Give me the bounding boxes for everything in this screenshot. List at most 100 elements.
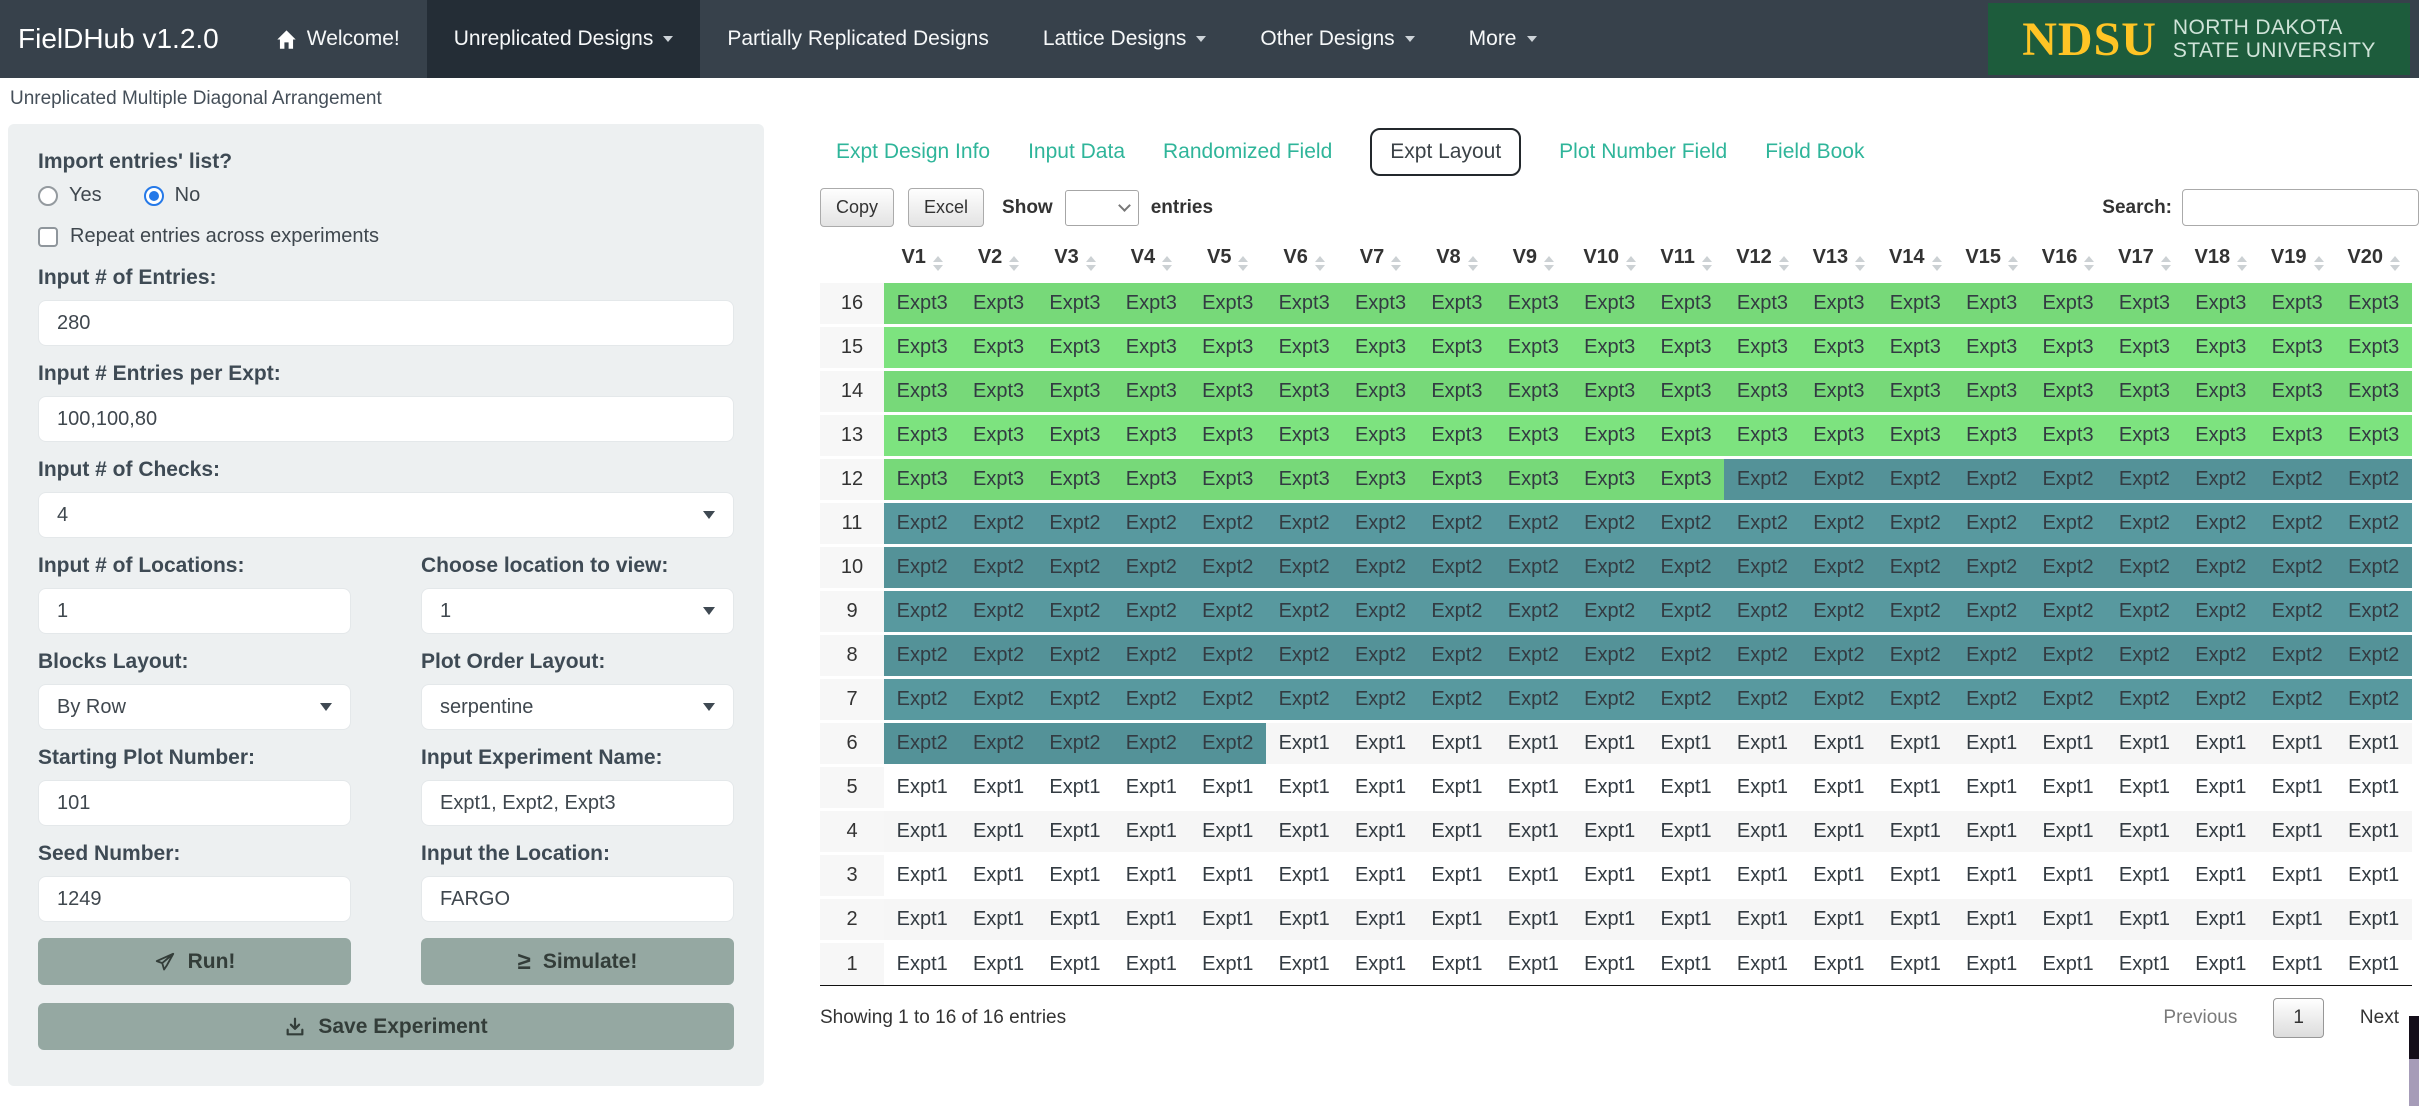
plot-cell-expt1: Expt1	[1724, 854, 1800, 898]
column-header-V19[interactable]: V19	[2259, 237, 2335, 282]
column-header-V3[interactable]: V3	[1037, 237, 1113, 282]
column-header-V1[interactable]: V1	[884, 237, 960, 282]
previous-page-button[interactable]: Previous	[2163, 1007, 2237, 1029]
tab-expt-design-info[interactable]: Expt Design Info	[836, 140, 990, 164]
run-button[interactable]: Run!	[38, 938, 351, 985]
column-header-V14[interactable]: V14	[1877, 237, 1953, 282]
blocks-layout-select[interactable]: By Row	[38, 684, 351, 730]
radio-circle-icon[interactable]	[38, 186, 58, 206]
plot-cell-expt3: Expt3	[1190, 326, 1266, 370]
plot-cell-expt1: Expt1	[1648, 766, 1724, 810]
page-length-select[interactable]	[1065, 190, 1139, 226]
experiment-name-input[interactable]	[421, 780, 734, 826]
table-row: 12Expt3Expt3Expt3Expt3Expt3Expt3Expt3Exp…	[820, 458, 2412, 502]
tab-field-book[interactable]: Field Book	[1765, 140, 1864, 164]
plot-cell-expt1: Expt1	[1953, 766, 2029, 810]
plot-cell-expt3: Expt3	[1572, 458, 1648, 502]
plot-cell-expt1: Expt1	[1953, 898, 2029, 942]
radio-circle-selected-icon[interactable]	[144, 186, 164, 206]
column-header-V4[interactable]: V4	[1113, 237, 1189, 282]
nav-item-welcome[interactable]: Welcome!	[249, 0, 427, 78]
plot-cell-expt3: Expt3	[960, 458, 1036, 502]
seed-input[interactable]	[38, 876, 351, 922]
checkbox-icon[interactable]	[38, 227, 58, 247]
save-experiment-button[interactable]: Save Experiment	[38, 1003, 734, 1050]
select-caret-icon	[703, 703, 715, 711]
tab-plot-number-field[interactable]: Plot Number Field	[1559, 140, 1727, 164]
next-page-button[interactable]: Next	[2360, 1007, 2399, 1029]
plot-cell-expt2: Expt2	[2335, 502, 2412, 546]
nav-item-more[interactable]: More	[1442, 0, 1564, 78]
entries-per-expt-input[interactable]	[38, 396, 734, 442]
row-index-cell: 15	[820, 326, 884, 370]
plot-cell-expt2: Expt2	[1572, 678, 1648, 722]
column-header-V5[interactable]: V5	[1190, 237, 1266, 282]
plot-cell-expt2: Expt2	[2183, 502, 2259, 546]
tab-expt-layout[interactable]: Expt Layout	[1370, 128, 1521, 176]
nav-item-unreplicated-designs[interactable]: Unreplicated Designs	[427, 0, 701, 78]
plot-cell-expt2: Expt2	[1037, 590, 1113, 634]
nav-item-partially-replicated-designs[interactable]: Partially Replicated Designs	[700, 0, 1015, 78]
column-header-V13[interactable]: V13	[1801, 237, 1877, 282]
plot-cell-expt2: Expt2	[884, 502, 960, 546]
plot-cell-expt3: Expt3	[1572, 326, 1648, 370]
plot-cell-expt3: Expt3	[2030, 326, 2106, 370]
column-header-V2[interactable]: V2	[960, 237, 1036, 282]
nav-item-other-designs[interactable]: Other Designs	[1233, 0, 1441, 78]
column-header-V10[interactable]: V10	[1572, 237, 1648, 282]
starting-plot-input[interactable]	[38, 780, 351, 826]
plot-cell-expt2: Expt2	[1342, 502, 1418, 546]
location-view-select[interactable]: 1	[421, 588, 734, 634]
tab-randomized-field[interactable]: Randomized Field	[1163, 140, 1332, 164]
plot-cell-expt3: Expt3	[1419, 326, 1495, 370]
plot-cell-expt2: Expt2	[960, 590, 1036, 634]
copy-button[interactable]: Copy	[820, 188, 894, 227]
column-header-V9[interactable]: V9	[1495, 237, 1571, 282]
entries-per-expt-label: Input # Entries per Expt:	[38, 362, 734, 386]
plot-cell-expt2: Expt2	[2259, 502, 2335, 546]
column-header-V12[interactable]: V12	[1724, 237, 1800, 282]
chevron-down-icon	[1527, 36, 1537, 42]
plot-cell-expt2: Expt2	[1801, 634, 1877, 678]
radio-yes[interactable]: Yes	[38, 184, 102, 207]
tab-input-data[interactable]: Input Data	[1028, 140, 1125, 164]
excel-button[interactable]: Excel	[908, 188, 984, 227]
column-header-V20[interactable]: V20	[2335, 237, 2412, 282]
plot-cell-expt1: Expt1	[1037, 766, 1113, 810]
plot-order-select[interactable]: serpentine	[421, 684, 734, 730]
search-input[interactable]	[2182, 189, 2419, 226]
scrollbar-fragment[interactable]	[2409, 1016, 2419, 1106]
location-input[interactable]	[421, 876, 734, 922]
table-row: 5Expt1Expt1Expt1Expt1Expt1Expt1Expt1Expt…	[820, 766, 2412, 810]
column-header-V11[interactable]: V11	[1648, 237, 1724, 282]
column-header-V6[interactable]: V6	[1266, 237, 1342, 282]
column-header-V18[interactable]: V18	[2183, 237, 2259, 282]
column-header-V15[interactable]: V15	[1953, 237, 2029, 282]
repeat-entries-checkbox[interactable]: Repeat entries across experiments	[38, 225, 734, 248]
checks-select[interactable]: 4	[38, 492, 734, 538]
nav-item-lattice-designs[interactable]: Lattice Designs	[1016, 0, 1234, 78]
chevron-down-icon	[663, 36, 673, 42]
column-header-V8[interactable]: V8	[1419, 237, 1495, 282]
plot-cell-expt1: Expt1	[1342, 942, 1418, 986]
plot-cell-expt2: Expt2	[2183, 678, 2259, 722]
plot-cell-expt1: Expt1	[1342, 722, 1418, 766]
plot-cell-expt3: Expt3	[1877, 326, 1953, 370]
plot-cell-expt2: Expt2	[2335, 590, 2412, 634]
locations-input[interactable]	[38, 588, 351, 634]
column-header-V17[interactable]: V17	[2106, 237, 2182, 282]
entries-input[interactable]	[38, 300, 734, 346]
plot-cell-expt2: Expt2	[1801, 678, 1877, 722]
plot-cell-expt3: Expt3	[1266, 370, 1342, 414]
plot-cell-expt2: Expt2	[2030, 634, 2106, 678]
navbar: FielDHub v1.2.0 Welcome! Unreplicated De…	[0, 0, 2419, 78]
plot-cell-expt2: Expt2	[1495, 634, 1571, 678]
radio-no[interactable]: No	[144, 184, 201, 207]
page-1-button[interactable]: 1	[2273, 998, 2324, 1038]
results-panel: Expt Design Info Input Data Randomized F…	[820, 84, 2419, 1038]
column-header-V16[interactable]: V16	[2030, 237, 2106, 282]
plot-cell-expt2: Expt2	[2335, 678, 2412, 722]
simulate-button[interactable]: ≥ Simulate!	[421, 938, 734, 985]
column-header-V7[interactable]: V7	[1342, 237, 1418, 282]
plot-cell-expt2: Expt2	[2030, 678, 2106, 722]
